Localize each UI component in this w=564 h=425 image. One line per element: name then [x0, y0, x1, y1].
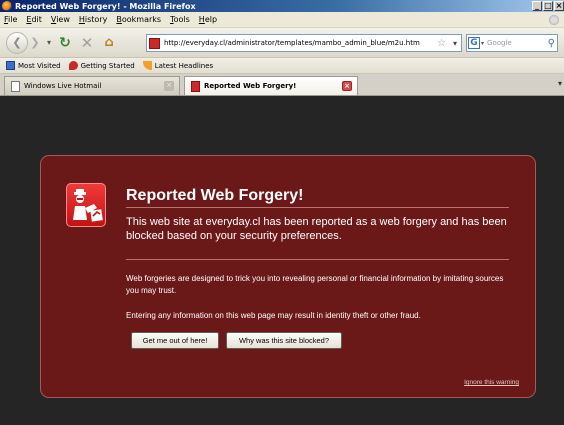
bookmarks-toolbar: Most Visited Getting Started Latest Head…	[0, 58, 564, 74]
menu-file[interactable]: File	[4, 15, 17, 24]
url-dropdown-button[interactable]: ▾	[449, 39, 461, 48]
activity-throbber-icon	[548, 14, 560, 26]
bookmark-most-visited[interactable]: Most Visited	[6, 61, 61, 70]
search-input[interactable]: Google	[487, 39, 548, 47]
forgery-warning-panel: Reported Web Forgery! This web site at e…	[40, 155, 536, 398]
warning-fraud-notice: Entering any information on this web pag…	[126, 311, 421, 320]
back-button[interactable]: ❮	[6, 31, 28, 54]
bookmark-label: Latest Headlines	[154, 61, 214, 70]
tab-list-dropdown-icon[interactable]: ▾	[558, 79, 562, 88]
get-me-out-button[interactable]: Get me out of here!	[131, 332, 219, 349]
most-visited-icon	[6, 61, 15, 70]
page-content: Reported Web Forgery! This web site at e…	[0, 96, 564, 425]
body-divider	[126, 259, 509, 260]
bookmark-getting-started[interactable]: Getting Started	[68, 61, 135, 70]
forgery-site-icon	[149, 37, 160, 49]
reload-button[interactable]: ↻	[54, 33, 76, 53]
tab-bar: Windows Live Hotmail × Reported Web Forg…	[0, 74, 564, 96]
bookmark-label: Getting Started	[80, 61, 135, 70]
close-window-button[interactable]: ×	[554, 1, 564, 11]
forgery-warning-icon	[66, 183, 106, 227]
warning-lead-text: This web site at everyday.cl has been re…	[126, 216, 507, 242]
menu-help[interactable]: Help	[199, 15, 217, 24]
menu-tools[interactable]: Tools	[170, 15, 190, 24]
window-title-bar: Reported Web Forgery! - Mozilla Firefox …	[0, 0, 564, 12]
forward-button[interactable]: ❯	[26, 33, 44, 53]
warning-explanation: Web forgeries are designed to trick you …	[126, 274, 504, 295]
bookmark-label: Most Visited	[18, 61, 61, 70]
title-divider	[126, 207, 509, 208]
search-icon[interactable]: ⚲	[548, 38, 555, 49]
home-button[interactable]: ⌂	[98, 33, 120, 53]
tab-close-icon[interactable]: ×	[164, 81, 174, 91]
google-engine-icon[interactable]: G	[468, 37, 480, 49]
menu-view[interactable]: View	[51, 15, 70, 24]
maximize-button[interactable]: □	[543, 1, 553, 11]
navigation-toolbar: ❮ ❯ ▾ ↻ ✕ ⌂ http://everyday.cl/administr…	[0, 28, 564, 58]
tab-windows-live-hotmail[interactable]: Windows Live Hotmail ×	[4, 76, 180, 95]
getting-started-icon	[68, 61, 78, 70]
bookmark-star-icon[interactable]: ☆	[437, 38, 449, 49]
tab-close-icon[interactable]: ×	[342, 81, 352, 91]
history-dropdown-button[interactable]: ▾	[44, 33, 54, 53]
search-bar[interactable]: G ▾ Google ⚲	[466, 34, 558, 52]
tab-reported-web-forgery[interactable]: Reported Web Forgery! ×	[184, 76, 358, 95]
bookmark-latest-headlines[interactable]: Latest Headlines	[142, 61, 214, 70]
tab-label: Reported Web Forgery!	[204, 82, 297, 90]
ignore-warning-link[interactable]: Ignore this warning	[464, 379, 519, 386]
warning-title: Reported Web Forgery!	[126, 187, 304, 204]
stop-button[interactable]: ✕	[76, 33, 98, 53]
tab-label: Windows Live Hotmail	[24, 82, 102, 90]
forgery-site-icon	[191, 80, 200, 92]
window-title: Reported Web Forgery! - Mozilla Firefox	[15, 1, 196, 11]
why-blocked-button[interactable]: Why was this site blocked?	[226, 332, 342, 349]
rss-feed-icon	[142, 61, 152, 70]
menu-edit[interactable]: Edit	[26, 15, 42, 24]
menu-bookmarks[interactable]: Bookmarks	[116, 15, 161, 24]
firefox-icon	[2, 1, 12, 11]
menu-bar: File Edit View History Bookmarks Tools H…	[0, 12, 564, 28]
minimize-button[interactable]: _	[532, 1, 542, 11]
window-controls: _ □ ×	[531, 1, 564, 11]
engine-dropdown-icon[interactable]: ▾	[481, 40, 484, 47]
page-icon	[11, 80, 20, 92]
address-bar[interactable]: http://everyday.cl/administrator/templat…	[146, 34, 462, 52]
url-text[interactable]: http://everyday.cl/administrator/templat…	[164, 39, 437, 47]
menu-history[interactable]: History	[79, 15, 107, 24]
